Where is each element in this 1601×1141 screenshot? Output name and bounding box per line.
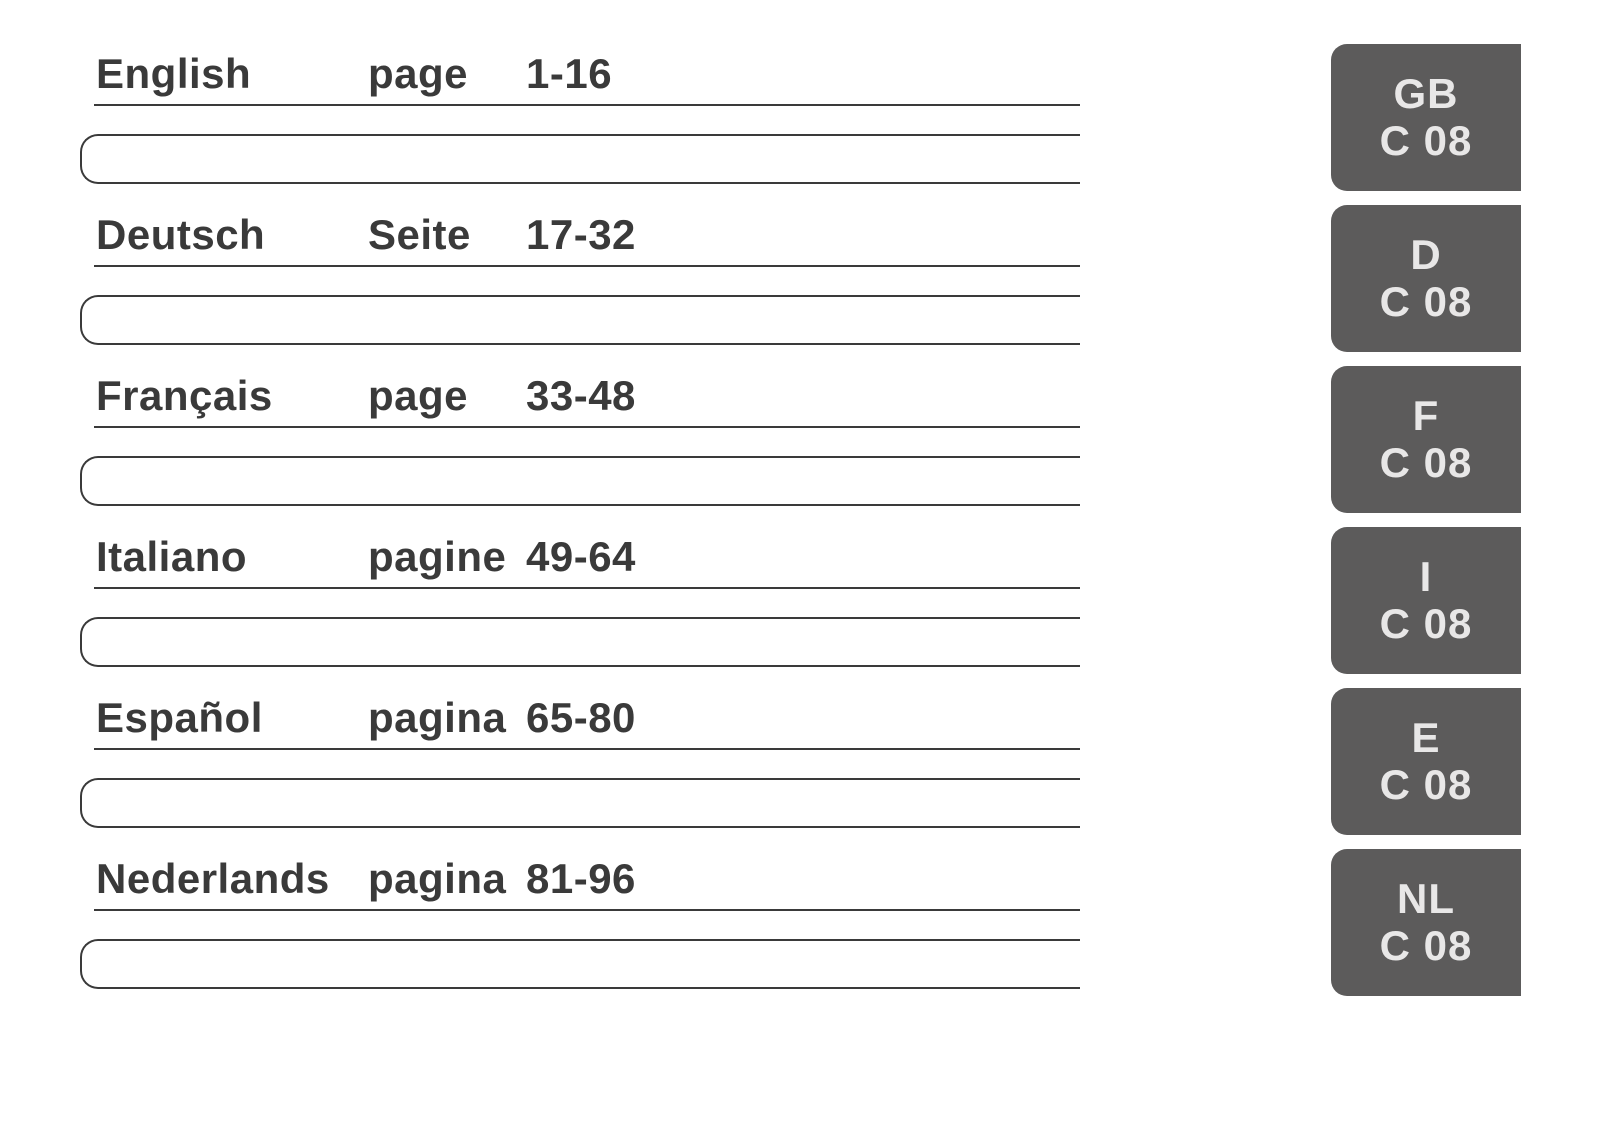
entry-text-row: Français page 33-48 [80, 366, 1521, 420]
entry-english: English page 1-16 GB C 08 [80, 44, 1521, 191]
tab-code: E [1411, 715, 1440, 761]
tab-code: I [1420, 554, 1433, 600]
entry-text-row: English page 1-16 [80, 44, 1521, 98]
page-range-label: 65-80 [526, 694, 636, 742]
page-word-label: pagina [368, 855, 526, 903]
page-range-label: 1-16 [526, 50, 612, 98]
page-range-label: 17-32 [526, 211, 636, 259]
tab-d: D C 08 [1331, 205, 1521, 352]
underline-rule [94, 909, 1080, 911]
connector-bar [80, 939, 1080, 989]
entry-espanol: Español pagina 65-80 E C 08 [80, 688, 1521, 835]
tab-code: F [1413, 393, 1440, 439]
page-range-label: 33-48 [526, 372, 636, 420]
tab-sub: C 08 [1380, 923, 1473, 969]
connector-bar [80, 134, 1080, 184]
language-label: Français [96, 372, 368, 420]
page-range-label: 49-64 [526, 533, 636, 581]
entry-text-row: Nederlands pagina 81-96 [80, 849, 1521, 903]
language-label: English [96, 50, 368, 98]
tab-sub: C 08 [1380, 601, 1473, 647]
language-label: Deutsch [96, 211, 368, 259]
connector-bar [80, 295, 1080, 345]
tab-sub: C 08 [1380, 762, 1473, 808]
page-word-label: page [368, 50, 526, 98]
connector-bar [80, 456, 1080, 506]
tab-sub: C 08 [1380, 118, 1473, 164]
tab-nl: NL C 08 [1331, 849, 1521, 996]
connector-bar [80, 617, 1080, 667]
entry-deutsch: Deutsch Seite 17-32 D C 08 [80, 205, 1521, 352]
tab-i: I C 08 [1331, 527, 1521, 674]
entry-francais: Français page 33-48 F C 08 [80, 366, 1521, 513]
language-label: Español [96, 694, 368, 742]
underline-rule [94, 587, 1080, 589]
tab-sub: C 08 [1380, 440, 1473, 486]
language-label: Nederlands [96, 855, 368, 903]
page-word-label: pagine [368, 533, 526, 581]
entry-italiano: Italiano pagine 49-64 I C 08 [80, 527, 1521, 674]
underline-rule [94, 265, 1080, 267]
tab-sub: C 08 [1380, 279, 1473, 325]
page-word-label: Seite [368, 211, 526, 259]
tab-f: F C 08 [1331, 366, 1521, 513]
underline-rule [94, 426, 1080, 428]
tab-code: D [1410, 232, 1441, 278]
entry-text-row: Italiano pagine 49-64 [80, 527, 1521, 581]
connector-bar [80, 778, 1080, 828]
tab-e: E C 08 [1331, 688, 1521, 835]
language-label: Italiano [96, 533, 368, 581]
tab-code: GB [1394, 71, 1459, 117]
page-word-label: pagina [368, 694, 526, 742]
page-range-label: 81-96 [526, 855, 636, 903]
tab-code: NL [1397, 876, 1455, 922]
language-index: English page 1-16 GB C 08 Deutsch Seite … [80, 44, 1521, 996]
underline-rule [94, 104, 1080, 106]
underline-rule [94, 748, 1080, 750]
tab-gb: GB C 08 [1331, 44, 1521, 191]
entry-text-row: Español pagina 65-80 [80, 688, 1521, 742]
entry-nederlands: Nederlands pagina 81-96 NL C 08 [80, 849, 1521, 996]
entry-text-row: Deutsch Seite 17-32 [80, 205, 1521, 259]
page-word-label: page [368, 372, 526, 420]
